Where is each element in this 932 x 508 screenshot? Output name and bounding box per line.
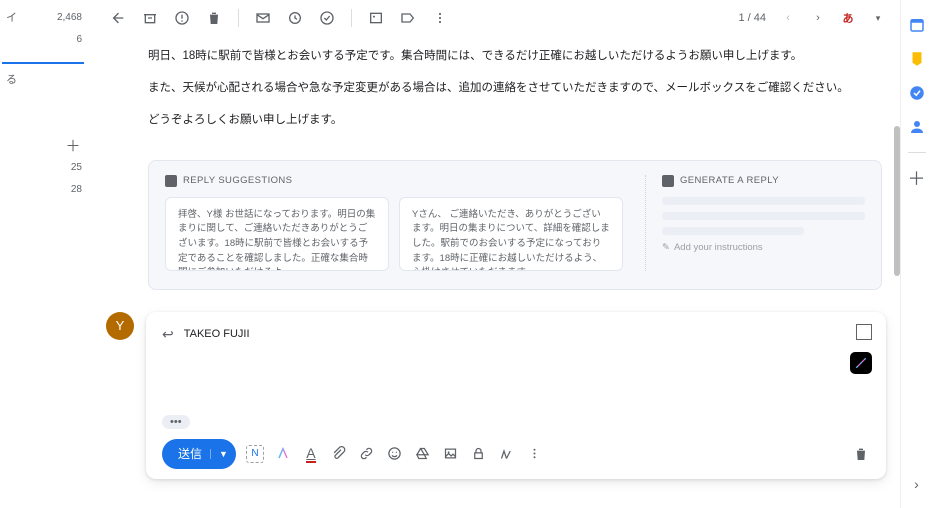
trimmed-content-toggle[interactable]: ••• [162, 415, 190, 429]
next-page-icon[interactable]: › [810, 10, 826, 26]
avatar: Y [106, 312, 134, 340]
toolbar: 1 / 44 ‹ › あ ▾ [92, 0, 894, 36]
sparkle-icon [662, 175, 674, 187]
sidebar-count: 28 [71, 184, 82, 195]
page-counter: 1 / 44 [738, 12, 766, 24]
input-method-caret-icon[interactable]: ▾ [870, 10, 886, 26]
signature-icon[interactable] [498, 445, 516, 463]
image-icon[interactable] [442, 445, 460, 463]
ai-wand-icon[interactable] [850, 352, 872, 374]
snooze-icon[interactable] [287, 10, 303, 26]
recipient-name[interactable]: TAKEO FUJII [184, 328, 250, 340]
email-paragraph: どうぞよろしくお願い申し上げます。 [148, 110, 854, 132]
emoji-icon[interactable] [386, 445, 404, 463]
label-icon[interactable] [400, 10, 416, 26]
move-icon[interactable] [368, 10, 384, 26]
sidebar-count-row: 28 [0, 178, 92, 200]
skeleton-line [662, 227, 804, 235]
drive-icon[interactable] [414, 445, 432, 463]
task-icon[interactable] [319, 10, 335, 26]
delete-icon[interactable] [206, 10, 222, 26]
discard-draft-icon[interactable] [852, 445, 870, 463]
sidebar-count: 2,468 [57, 12, 82, 23]
reply-suggestions-card: REPLY SUGGESTIONS 拝啓、Y様 お世話になっております。明日の集… [148, 160, 882, 290]
email-body: 明日、18時に駅前で皆様とお会いする予定です。集合時間には、できるだけ正確にお越… [92, 36, 894, 154]
contacts-addon-icon[interactable] [908, 118, 926, 136]
more-compose-icon[interactable] [526, 445, 544, 463]
skeleton-line [662, 197, 865, 205]
sidebar-row[interactable]: る [0, 68, 92, 90]
pencil-icon: ✎ [662, 242, 670, 253]
sidebar-plus-row: ＋ [0, 134, 92, 156]
reply-suggestion-option[interactable]: 拝啓、Y様 お世話になっております。明日の集まりに関して、ご連絡いただきありがと… [165, 197, 389, 271]
back-icon[interactable] [110, 10, 126, 26]
prev-page-icon[interactable]: ‹ [780, 10, 796, 26]
input-method-icon[interactable]: あ [840, 10, 856, 26]
format-icon[interactable]: A [302, 445, 320, 463]
sidebar-count: 6 [76, 34, 82, 45]
send-button[interactable]: 送信 ▼ [162, 439, 236, 469]
keep-addon-icon[interactable] [908, 50, 926, 68]
add-label-button[interactable]: ＋ [64, 136, 82, 154]
spam-icon[interactable] [174, 10, 190, 26]
ai-compose-icon[interactable]: N [246, 445, 264, 463]
compose-toolbar: 送信 ▼ N A [162, 439, 870, 469]
generate-reply-title: GENERATE A REPLY [662, 175, 865, 187]
attach-icon[interactable] [330, 445, 348, 463]
sidebar-count-row: 25 [0, 156, 92, 178]
sidebar-label: る [6, 71, 17, 87]
reply-suggestions-title: REPLY SUGGESTIONS [165, 175, 623, 187]
tasks-addon-icon[interactable] [908, 84, 926, 102]
addon-separator [908, 152, 926, 153]
send-options-caret-icon[interactable]: ▼ [210, 449, 228, 459]
toolbar-separator [351, 9, 352, 27]
email-paragraph: 明日、18時に駅前で皆様とお会いする予定です。集合時間には、できるだけ正確にお越… [148, 46, 854, 68]
toolbar-separator [238, 9, 239, 27]
archive-icon[interactable] [142, 10, 158, 26]
popout-icon[interactable] [856, 324, 872, 340]
email-paragraph: また、天候が心配される場合や急な予定変更がある場合は、追加の連絡をさせていただき… [148, 78, 854, 100]
compose-header: ↩ TAKEO FUJII [162, 326, 870, 343]
add-instructions-link[interactable]: ✎ Add your instructions [662, 242, 865, 253]
content-area: 1 / 44 ‹ › あ ▾ 明日、18時に駅前で皆様とお会いする予定です。集合… [92, 0, 900, 508]
sidebar-label: イ [6, 9, 17, 25]
calendar-addon-icon[interactable] [908, 16, 926, 34]
reply-suggestion-option[interactable]: Yさん、 ご連絡いただき、ありがとうございます。明日の集まりについて、詳細を確認… [399, 197, 623, 271]
left-sidebar: イ 2,468 6 る ＋ 25 28 [0, 0, 92, 508]
sidebar-active-indicator [2, 50, 84, 64]
skeleton-line [662, 212, 865, 220]
link-icon[interactable] [358, 445, 376, 463]
confidential-icon[interactable] [470, 445, 488, 463]
sparkle-icon [165, 175, 177, 187]
get-addons-icon[interactable]: ＋ [908, 169, 926, 187]
sidebar-row[interactable]: イ 2,468 [0, 6, 92, 28]
compose-box: ↩ TAKEO FUJII ••• 送信 ▼ N [146, 312, 886, 479]
reply-type-icon[interactable]: ↩ [162, 326, 174, 343]
compose-textarea[interactable] [162, 343, 870, 411]
magic-write-icon[interactable] [274, 445, 292, 463]
compose-row: Y ↩ TAKEO FUJII ••• 送信 ▼ N [92, 312, 894, 479]
collapse-panel-icon[interactable]: › [914, 476, 919, 492]
more-icon[interactable] [432, 10, 448, 26]
side-addon-panel: ＋ › [900, 0, 932, 508]
sidebar-row[interactable]: 6 [0, 28, 92, 50]
mark-unread-icon[interactable] [255, 10, 271, 26]
sidebar-count: 25 [71, 162, 82, 173]
